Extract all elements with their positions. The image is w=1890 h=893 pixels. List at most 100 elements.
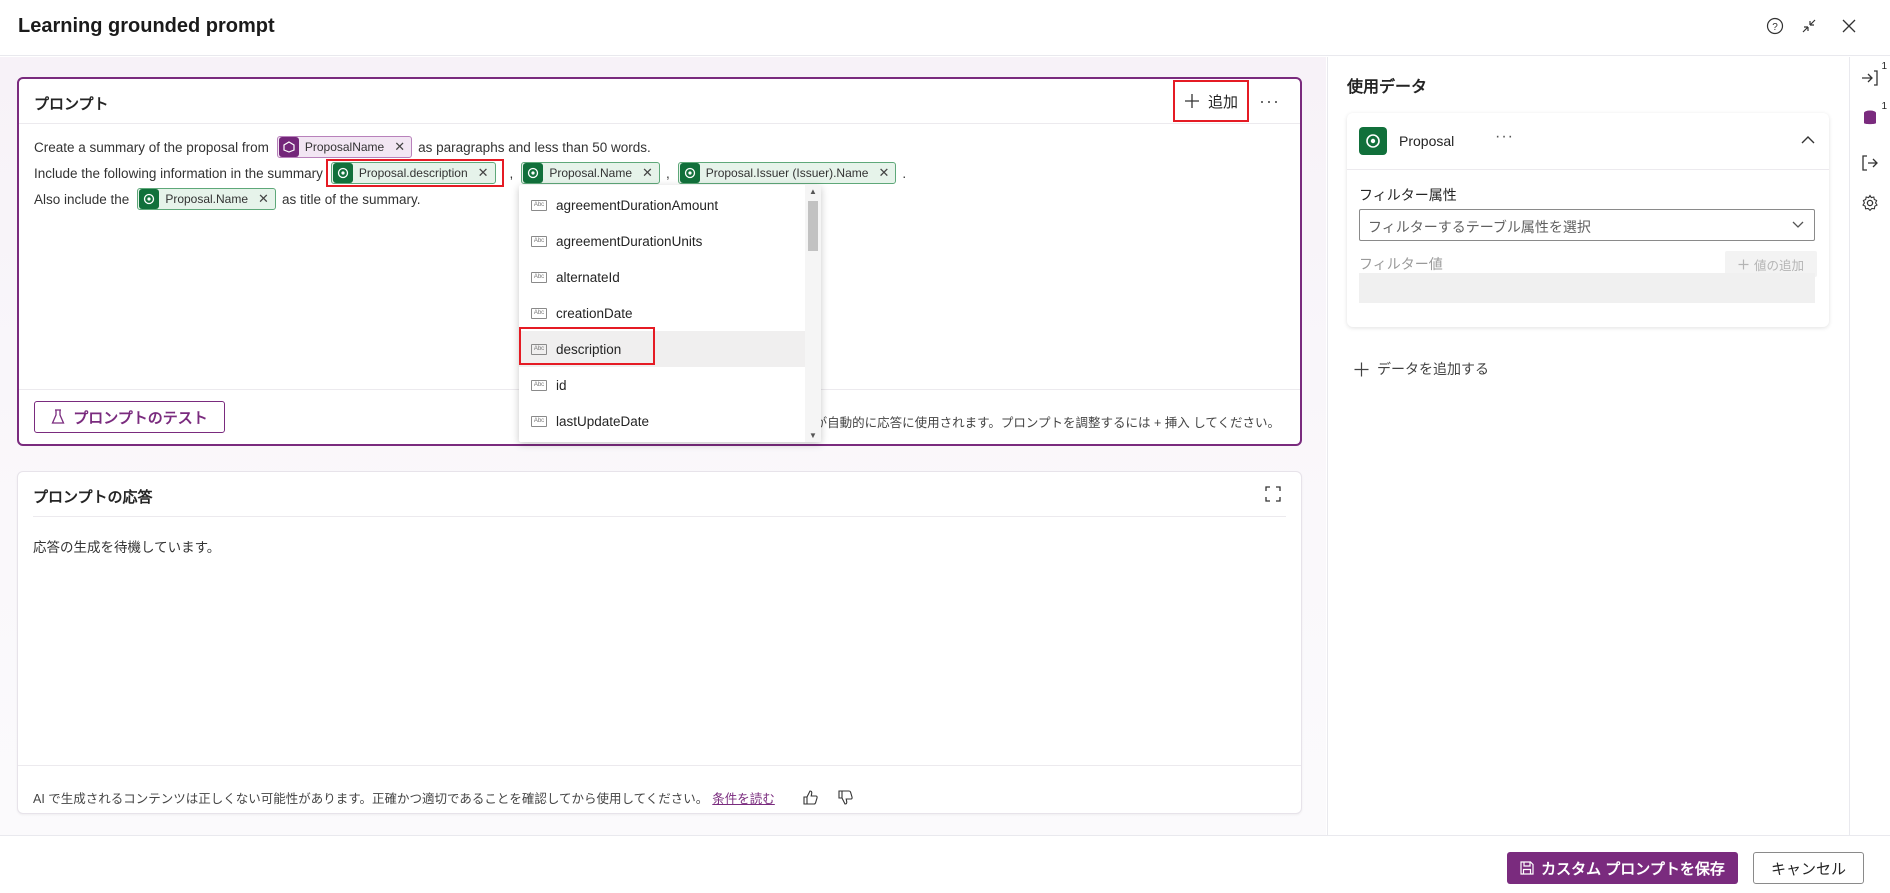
ai-disclaimer: AI で生成されるコンテンツは正しくない可能性があります。正確かつ適切であること… bbox=[33, 788, 853, 807]
insert-hint-text: ータが自動的に応答に使用されます。プロンプトを調整するには + 挿入 してくださ… bbox=[789, 416, 1280, 430]
header-bar: Learning grounded prompt ? bbox=[0, 0, 1890, 56]
data-badge: 1 bbox=[1881, 101, 1887, 112]
collapse-icon[interactable] bbox=[1797, 14, 1821, 38]
output-icon[interactable] bbox=[1861, 154, 1881, 174]
data-chip[interactable]: Proposal.Issuer (Issuer).Name ✕ bbox=[677, 162, 897, 184]
side-rail: 1 1 bbox=[1849, 57, 1890, 835]
test-prompt-button[interactable]: プロンプトのテスト bbox=[34, 401, 225, 433]
data-chip[interactable]: Proposal.Name ✕ bbox=[137, 188, 276, 210]
text-field-icon: Abc bbox=[531, 307, 547, 319]
dataverse-icon bbox=[679, 163, 700, 183]
response-divider bbox=[33, 516, 1286, 517]
add-button[interactable]: 追加 bbox=[1173, 80, 1249, 122]
attribute-option-label: creationDate bbox=[556, 305, 633, 321]
expand-icon[interactable] bbox=[1265, 486, 1281, 502]
filter-attribute-select[interactable]: フィルターするテーブル属性を選択 bbox=[1359, 209, 1815, 241]
highlight-box bbox=[519, 327, 655, 365]
chip-label: ProposalName bbox=[304, 140, 385, 154]
data-panel: 使用データ Proposal ··· フィルター属性 フィルターするテーブル属性… bbox=[1327, 57, 1849, 835]
scroll-down-icon[interactable]: ▼ bbox=[809, 431, 817, 440]
chip-label: Proposal.description bbox=[358, 166, 468, 180]
prompt-divider bbox=[19, 123, 1300, 124]
filter-attribute-placeholder: フィルターするテーブル属性を選択 bbox=[1368, 219, 1591, 235]
dataverse-icon bbox=[1359, 127, 1387, 155]
remove-chip-icon[interactable]: ✕ bbox=[642, 165, 653, 181]
prompt-line-2[interactable]: Include the following information in the… bbox=[34, 159, 906, 187]
attribute-option[interactable]: Abc lastUpdateDate bbox=[519, 403, 805, 439]
prompt-line-1[interactable]: Create a summary of the proposal from Pr… bbox=[34, 134, 651, 160]
chevron-up-icon[interactable] bbox=[1801, 135, 1815, 145]
filter-value-label: フィルター値 bbox=[1359, 256, 1443, 272]
input-icon[interactable]: 1 bbox=[1861, 61, 1887, 89]
attribute-option-label: agreementDurationAmount bbox=[556, 197, 719, 213]
add-button-label: 追加 bbox=[1207, 93, 1238, 111]
text-field-icon: Abc bbox=[531, 199, 547, 211]
data-chip[interactable]: Proposal.description ✕ bbox=[330, 162, 496, 184]
save-label: カスタム プロンプトを保存 bbox=[1541, 860, 1725, 878]
cancel-button[interactable]: キャンセル bbox=[1753, 852, 1864, 884]
filter-value-field[interactable] bbox=[1359, 273, 1815, 303]
scroll-up-icon[interactable]: ▲ bbox=[809, 187, 817, 196]
filter-attribute-label: フィルター属性 bbox=[1359, 187, 1457, 203]
more-options-icon[interactable]: ··· bbox=[1259, 91, 1280, 112]
text-field-icon: Abc bbox=[531, 415, 547, 427]
response-footer-divider bbox=[18, 765, 1301, 766]
response-card: プロンプトの応答 応答の生成を待機しています。 AI で生成されるコンテンツは正… bbox=[17, 471, 1302, 814]
input-chip[interactable]: ProposalName ✕ bbox=[276, 136, 413, 158]
text-field-icon: Abc bbox=[531, 271, 547, 283]
highlight-box: Proposal.description ✕ bbox=[325, 159, 504, 187]
plus-icon bbox=[1184, 94, 1199, 108]
data-chip[interactable]: Proposal.Name ✕ bbox=[521, 162, 660, 184]
close-icon[interactable] bbox=[1837, 14, 1861, 38]
help-icon[interactable]: ? bbox=[1763, 14, 1787, 38]
response-body: 応答の生成を待機しています。 bbox=[33, 540, 221, 555]
data-source-header[interactable]: Proposal ··· bbox=[1347, 113, 1829, 170]
dataverse-icon bbox=[523, 163, 544, 183]
attribute-option[interactable]: Abc agreementDurationUnits bbox=[519, 223, 805, 259]
main-area: プロンプト 追加 ··· Create a summary of the pro… bbox=[0, 57, 1326, 835]
add-data-label: データを追加する bbox=[1377, 361, 1489, 377]
prompt-text: Create a summary of the proposal from bbox=[34, 139, 269, 155]
save-icon bbox=[1520, 861, 1534, 875]
app-window: Learning grounded prompt ? プロンプト 追加 ··· … bbox=[0, 0, 1890, 893]
chip-label: Proposal.Name bbox=[165, 192, 249, 206]
remove-chip-icon[interactable]: ✕ bbox=[478, 165, 489, 181]
prompt-text: Also include the bbox=[34, 191, 130, 207]
remove-chip-icon[interactable]: ✕ bbox=[878, 165, 889, 181]
thumbs-down-icon[interactable] bbox=[838, 790, 853, 805]
text-field-icon: Abc bbox=[531, 379, 547, 391]
attribute-option[interactable]: Abc id bbox=[519, 367, 805, 403]
more-options-icon[interactable]: ··· bbox=[1495, 128, 1514, 146]
prompt-title: プロンプト bbox=[34, 96, 109, 113]
attribute-option-label: lastUpdateDate bbox=[556, 413, 650, 429]
data-source-card: Proposal ··· フィルター属性 フィルターするテーブル属性を選択 フィ… bbox=[1347, 113, 1829, 327]
settings-icon[interactable] bbox=[1861, 194, 1881, 214]
flask-icon bbox=[51, 409, 65, 424]
remove-chip-icon[interactable]: ✕ bbox=[258, 191, 269, 207]
svg-text:?: ? bbox=[1772, 22, 1778, 33]
prompt-text: Include the following information in the… bbox=[34, 165, 323, 181]
plus-icon bbox=[1354, 362, 1369, 376]
attribute-option[interactable]: Abc alternateId bbox=[519, 259, 805, 295]
text-field-icon: Abc bbox=[531, 235, 547, 247]
attribute-option[interactable]: Abc creationDate bbox=[519, 295, 805, 331]
chevron-down-icon bbox=[1792, 221, 1804, 228]
window-title: Learning grounded prompt bbox=[18, 15, 275, 37]
attribute-option-label: alternateId bbox=[556, 269, 620, 285]
attribute-option[interactable]: Abc agreementDurationAmount bbox=[519, 187, 805, 223]
attribute-dropdown[interactable]: Abc agreementDurationAmount Abc agreementDu… bbox=[519, 185, 821, 442]
dropdown-scrollbar[interactable]: ▲ ▼ bbox=[805, 185, 821, 442]
remove-chip-icon[interactable]: ✕ bbox=[394, 139, 405, 155]
scrollbar-thumb[interactable] bbox=[808, 201, 818, 251]
prompt-line-3[interactable]: Also include the Proposal.Name ✕ as titl… bbox=[34, 186, 420, 212]
attribute-option-label: agreementDurationUnits bbox=[556, 233, 703, 249]
data-icon[interactable]: 1 bbox=[1861, 101, 1887, 129]
prompt-text: , bbox=[665, 165, 670, 181]
terms-link[interactable]: 条件を読む bbox=[712, 788, 775, 807]
thumbs-up-icon[interactable] bbox=[803, 790, 818, 805]
footer-bar: カスタム プロンプトを保存 キャンセル bbox=[0, 835, 1890, 893]
input-badge: 1 bbox=[1881, 61, 1887, 72]
save-custom-prompt-button[interactable]: カスタム プロンプトを保存 bbox=[1507, 852, 1738, 884]
disclaimer-text: AI で生成されるコンテンツは正しくない可能性があります。正確かつ適切であること… bbox=[33, 792, 709, 806]
add-data-button[interactable]: データを追加する bbox=[1354, 359, 1489, 379]
